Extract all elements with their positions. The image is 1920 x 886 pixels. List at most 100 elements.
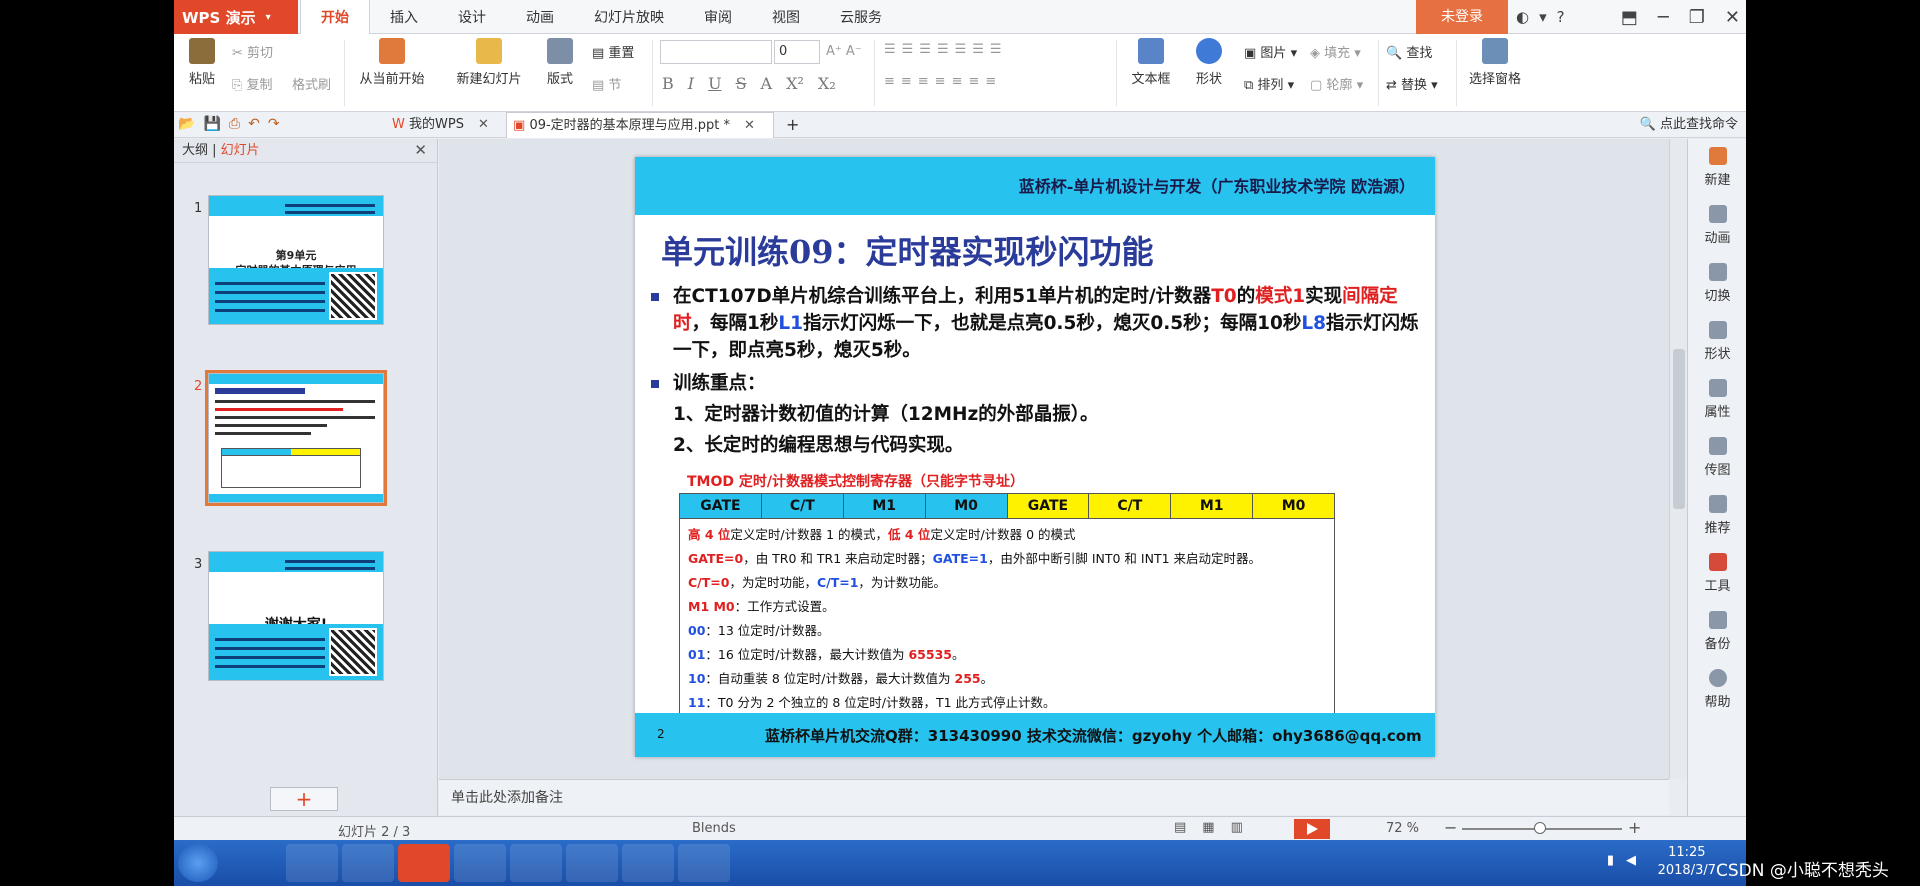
taskbar-app-icon[interactable] (566, 844, 618, 882)
arrange-button[interactable]: ⧉ 排列 ▾ (1244, 74, 1294, 93)
slide-body[interactable]: 在CT107D单片机综合训练平台上，利用51单片机的定时/计数器T0的模式1实现… (649, 283, 1419, 459)
sidebar-item-properties[interactable]: 属性 (1688, 371, 1746, 429)
paste-button[interactable]: 粘贴 (182, 38, 222, 87)
layout-button[interactable]: 版式 (540, 38, 580, 87)
tab-insert[interactable]: 插入 (370, 0, 438, 34)
skin-icon[interactable]: ◐ (1516, 8, 1529, 26)
taskbar-browser-icon[interactable] (286, 844, 338, 882)
app-menu-button[interactable]: WPS 演示 ▾ (174, 0, 298, 34)
maximize-icon[interactable]: ❐ (1689, 7, 1705, 28)
taskbar-paint-icon[interactable] (510, 844, 562, 882)
tab-cloud[interactable]: 云服务 (820, 0, 902, 34)
sidebar-item-help[interactable]: 帮助 (1688, 661, 1746, 719)
restore-layout-icon[interactable]: ⬒ (1621, 7, 1638, 28)
sidebar-item-backup[interactable]: 备份 (1688, 603, 1746, 661)
fill-button[interactable]: ◈ 填充 ▾ (1310, 42, 1361, 61)
tab-home[interactable]: 开始 (300, 0, 370, 34)
font-name-select[interactable] (660, 40, 772, 64)
sidebar-item-upload-image[interactable]: 传图 (1688, 429, 1746, 487)
add-slide-button[interactable]: + (270, 787, 338, 811)
current-slide[interactable]: 蓝桥杯-单片机设计与开发（广东职业技术学院 欧浩源） 单元训练09：定时器实现秒… (635, 157, 1435, 757)
command-search[interactable]: 🔍 点此查找命令 (1640, 112, 1738, 138)
paragraph-group-bottom[interactable]: ≡≡≡≡≡≡≡ (884, 74, 1002, 89)
textbox-button[interactable]: 文本框 (1122, 38, 1180, 87)
slide-thumbnail-3[interactable]: 谢谢大家! (208, 551, 384, 681)
copy-button[interactable]: ⎘ 复制 (232, 74, 273, 93)
close-icon[interactable]: ✕ (478, 117, 489, 132)
play-slideshow-button[interactable] (1294, 819, 1330, 839)
superscript-icon[interactable]: X² (786, 74, 804, 98)
close-icon[interactable]: ✕ (744, 118, 755, 133)
taskbar-app-icon[interactable] (622, 844, 674, 882)
sidebar-item-recommend[interactable]: 推荐 (1688, 487, 1746, 545)
taskbar-explorer-icon[interactable] (342, 844, 394, 882)
network-icon[interactable]: ▮ (1607, 853, 1614, 868)
shape-button[interactable]: 形状 (1186, 38, 1232, 87)
font-color-icon[interactable]: A (761, 74, 773, 98)
find-button[interactable]: 🔍 查找 (1386, 42, 1432, 61)
save-icon[interactable]: 💾 (203, 116, 220, 132)
close-icon[interactable]: ✕ (1725, 7, 1740, 28)
format-painter-button[interactable]: 格式刷 (292, 74, 331, 93)
share-icon[interactable]: ▾ (1539, 8, 1547, 26)
slide-thumbnail-1[interactable]: 第9单元 定时器的基本原理与应用 (208, 195, 384, 325)
vertical-scrollbar[interactable] (1669, 139, 1687, 779)
taskbar-app-icon[interactable] (678, 844, 730, 882)
print-icon[interactable]: ⎙ (229, 116, 240, 132)
font-grow-button[interactable]: A⁺ A⁻ (826, 44, 862, 59)
subscript-icon[interactable]: X₂ (818, 74, 836, 98)
scrollbar-thumb[interactable] (1673, 349, 1685, 509)
sidebar-item-new[interactable]: 新建 (1688, 139, 1746, 197)
redo-icon[interactable]: ↷ (268, 116, 280, 132)
view-buttons[interactable]: ▤▦▥ (1174, 820, 1259, 835)
font-size-select[interactable]: 0 (774, 40, 820, 64)
paragraph-group-top[interactable]: ☰☰☰☰☰☰☰ (884, 42, 1008, 57)
sidebar-item-tools[interactable]: 工具 (1688, 545, 1746, 603)
undo-icon[interactable]: ↶ (248, 116, 260, 132)
select-pane-button[interactable]: 选择窗格 (1464, 38, 1526, 87)
tab-animation[interactable]: 动画 (506, 0, 574, 34)
login-button[interactable]: 未登录 (1416, 0, 1508, 34)
replace-button[interactable]: ⇄ 替换 ▾ (1386, 74, 1438, 93)
close-icon[interactable]: ✕ (414, 141, 427, 159)
cut-button[interactable]: ✂ 剪切 (232, 42, 273, 61)
volume-icon[interactable]: ◀ (1626, 853, 1636, 868)
sidebar-item-animation[interactable]: 动画 (1688, 197, 1746, 255)
new-slide-button[interactable]: 新建幻灯片 (446, 38, 532, 87)
sidebar-item-shape[interactable]: 形状 (1688, 313, 1746, 371)
tab-document[interactable]: ▣ 09-定时器的基本原理与应用.ppt * ✕ (506, 112, 774, 138)
slide-canvas[interactable]: 蓝桥杯-单片机设计与开发（广东职业技术学院 欧浩源） 单元训练09：定时器实现秒… (439, 139, 1687, 779)
picture-button[interactable]: ▣ 图片 ▾ (1244, 42, 1297, 61)
help-icon[interactable]: ? (1557, 8, 1565, 26)
bold-icon[interactable]: B (662, 74, 674, 98)
notes-area[interactable]: 单击此处添加备注 (439, 779, 1669, 815)
italic-icon[interactable]: I (688, 74, 694, 98)
from-current-button[interactable]: 从当前开始 (350, 38, 434, 87)
tab-design[interactable]: 设计 (438, 0, 506, 34)
zoom-out-icon[interactable]: − (1444, 818, 1457, 837)
section-button[interactable]: ▤ 节 (592, 74, 621, 93)
zoom-slider-handle[interactable] (1534, 822, 1546, 834)
taskbar-keil-icon[interactable] (454, 844, 506, 882)
tab-review[interactable]: 审阅 (684, 0, 752, 34)
outline-button[interactable]: ▢ 轮廓 ▾ (1310, 74, 1363, 93)
tab-my-wps[interactable]: W 我的WPS ✕ (386, 112, 495, 138)
taskbar-wps-icon[interactable] (398, 844, 450, 882)
reset-button[interactable]: ▤ 重置 (592, 42, 634, 61)
new-tab-button[interactable]: + (780, 112, 805, 138)
taskbar-clock[interactable]: 11:25 2018/3/7 (1658, 844, 1716, 880)
slide-thumbnail-2[interactable] (205, 370, 387, 506)
slide-title[interactable]: 单元训练09：定时器实现秒闪功能 (661, 227, 1154, 273)
underline-icon[interactable]: U (708, 74, 721, 98)
tab-view[interactable]: 视图 (752, 0, 820, 34)
open-icon[interactable]: 📂 (178, 116, 195, 132)
tab-slides[interactable]: 幻灯片 (221, 143, 260, 158)
zoom-in-icon[interactable]: + (1628, 818, 1641, 837)
strikethrough-icon[interactable]: S (736, 74, 747, 98)
start-button[interactable] (178, 844, 218, 882)
tab-outline[interactable]: 大纲 (182, 143, 208, 158)
ribbon: 粘贴 ✂ 剪切 ⎘ 复制 格式刷 从当前开始 新建幻灯片 版式 ▤ 重置 ▤ 节… (174, 34, 1746, 112)
tab-slideshow[interactable]: 幻灯片放映 (574, 0, 684, 34)
minimize-icon[interactable]: ─ (1658, 7, 1669, 28)
sidebar-item-transition[interactable]: 切换 (1688, 255, 1746, 313)
